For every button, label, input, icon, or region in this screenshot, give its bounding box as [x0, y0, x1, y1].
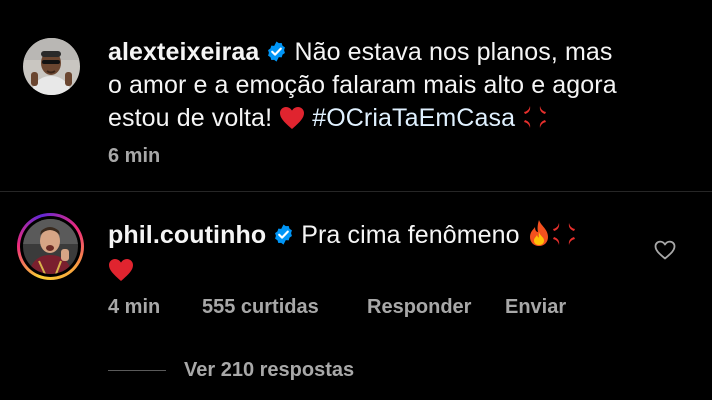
divider	[0, 191, 712, 192]
view-replies-button[interactable]: Ver 210 respostas	[184, 359, 354, 382]
comment-text-line: o amor e a emoção falaram mais alto e ag…	[108, 71, 617, 99]
comment-text: Pra cima fenômeno	[301, 221, 520, 249]
comment-username[interactable]: phil.coutinho	[108, 221, 266, 249]
avatar[interactable]	[23, 38, 80, 95]
anger-symbol-emoji	[552, 223, 575, 245]
red-heart-emoji	[109, 259, 133, 281]
avatar-story-ring[interactable]	[17, 213, 84, 280]
anger-symbol-emoji	[524, 106, 547, 128]
reply-button[interactable]: Responder	[367, 296, 471, 319]
likes-count-button[interactable]: 555 curtidas	[202, 296, 319, 319]
comment-text-line: estou de volta!	[108, 104, 273, 132]
red-heart-emoji	[280, 107, 305, 129]
comment-text-line: Não estava nos planos, mas	[294, 38, 613, 66]
verified-badge-icon	[275, 224, 293, 245]
verified-badge-icon	[268, 41, 286, 62]
fire-emoji	[529, 220, 548, 246]
hashtag-link[interactable]: #OCriaTaEmCasa	[312, 104, 515, 132]
heart-outline-icon[interactable]	[653, 238, 677, 262]
comment-timestamp: 6 min	[108, 145, 161, 167]
comment-timestamp: 4 min	[108, 296, 161, 318]
replies-divider-line	[108, 370, 166, 371]
comment-username[interactable]: alexteixeiraa	[108, 38, 259, 66]
send-button[interactable]: Enviar	[505, 296, 566, 319]
